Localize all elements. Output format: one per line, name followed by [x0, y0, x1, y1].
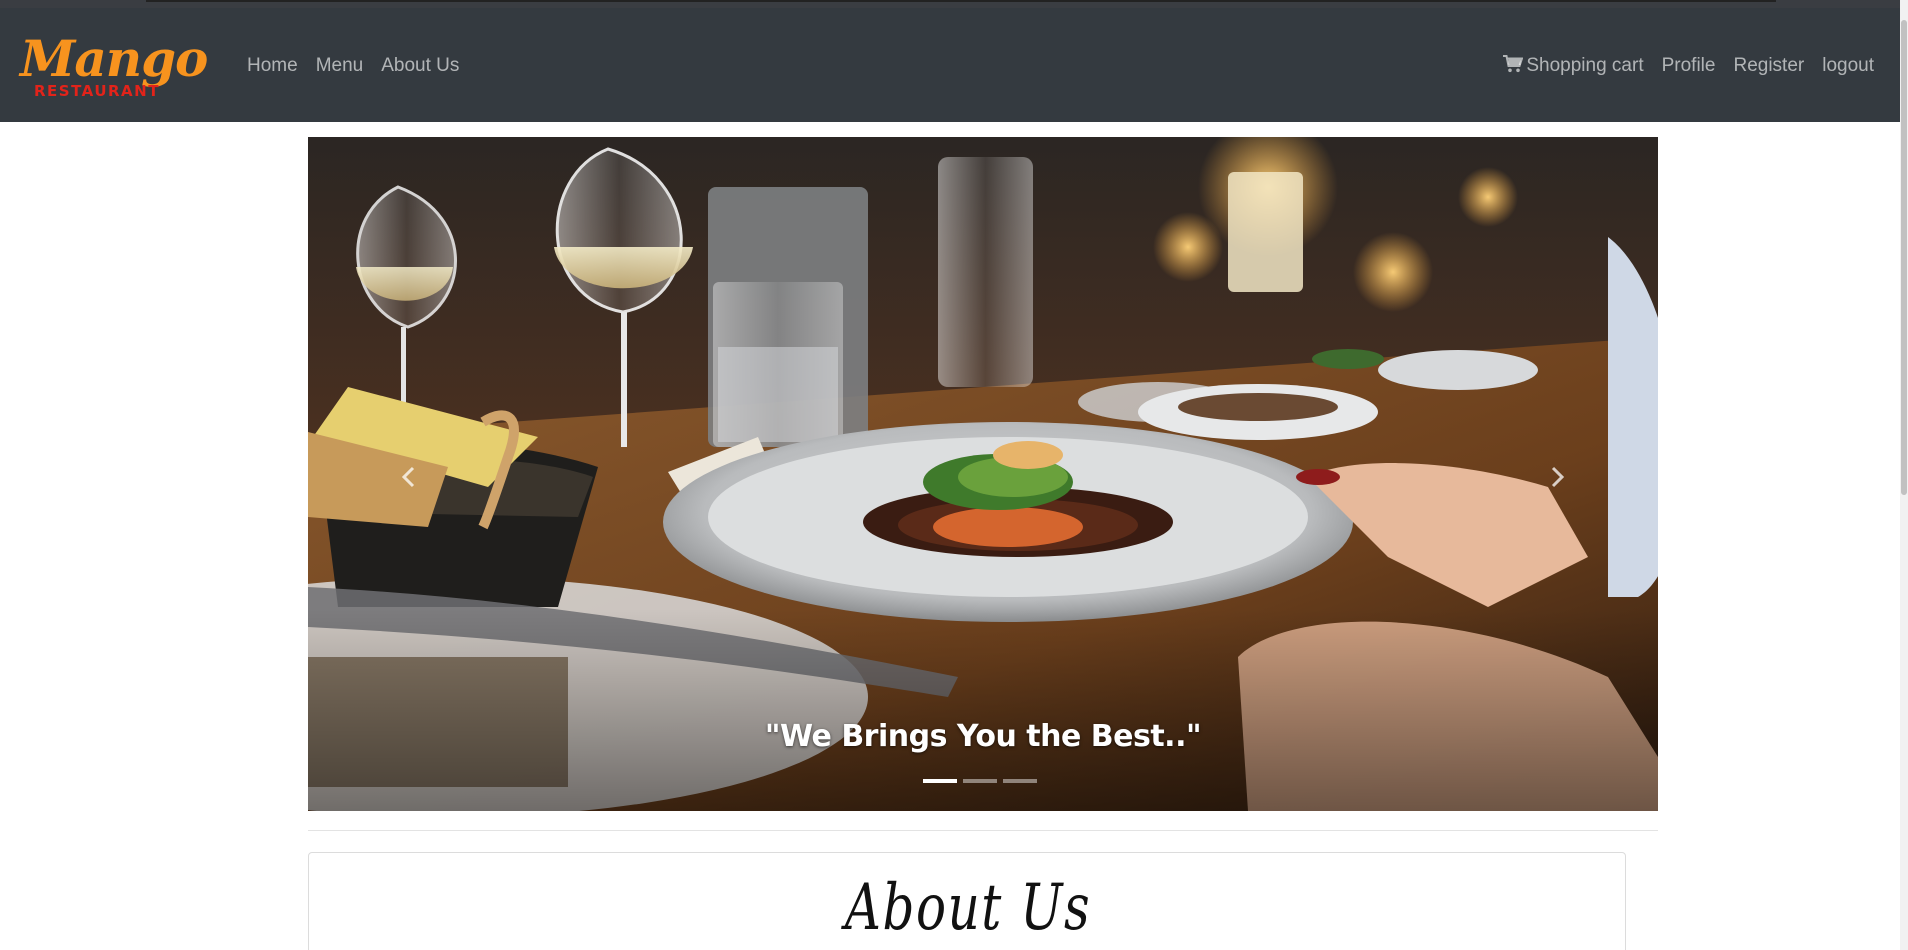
chevron-left-icon — [401, 466, 415, 488]
section-divider — [308, 830, 1658, 831]
carousel-indicator-1[interactable] — [923, 779, 957, 783]
nav-home-link[interactable]: Home — [247, 54, 298, 78]
cart-icon — [1503, 55, 1524, 73]
nav-about-link[interactable]: About Us — [381, 54, 459, 78]
nav-cart-link[interactable]: Shopping cart — [1503, 54, 1644, 78]
carousel-caption: "We Brings You the Best.." — [764, 719, 1202, 754]
carousel-indicator-3[interactable] — [1003, 779, 1037, 783]
nav-logout-link[interactable]: logout — [1822, 54, 1874, 78]
brand-logo[interactable]: Mango RESTAURANT — [18, 31, 220, 107]
chevron-right-icon — [1551, 466, 1565, 488]
browser-top-strip — [0, 0, 1900, 8]
page-scrollbar[interactable] — [1900, 0, 1908, 950]
brand-subtitle: RESTAURANT — [34, 82, 160, 100]
scrollbar-thumb[interactable] — [1901, 20, 1907, 495]
carousel-prev-button[interactable] — [368, 437, 448, 517]
top-border-line — [146, 0, 1776, 2]
nav-right: Shopping cart Profile Register logout — [1503, 54, 1874, 78]
hero-image — [308, 137, 1658, 811]
about-card: About Us — [308, 852, 1626, 950]
carousel-next-button[interactable] — [1518, 437, 1598, 517]
carousel-indicators — [923, 779, 1037, 783]
hero-carousel: "We Brings You the Best.." — [308, 137, 1658, 811]
navbar: Mango RESTAURANT Home Menu About Us Shop… — [0, 8, 1900, 122]
nav-left: Home Menu About Us — [247, 54, 459, 78]
nav-cart-label: Shopping cart — [1526, 55, 1644, 76]
brand-name: Mango — [20, 29, 208, 88]
nav-profile-link[interactable]: Profile — [1662, 54, 1716, 78]
about-title: About Us — [844, 871, 1092, 945]
nav-menu-link[interactable]: Menu — [316, 54, 364, 78]
nav-register-link[interactable]: Register — [1733, 54, 1804, 78]
carousel-indicator-2[interactable] — [963, 779, 997, 783]
